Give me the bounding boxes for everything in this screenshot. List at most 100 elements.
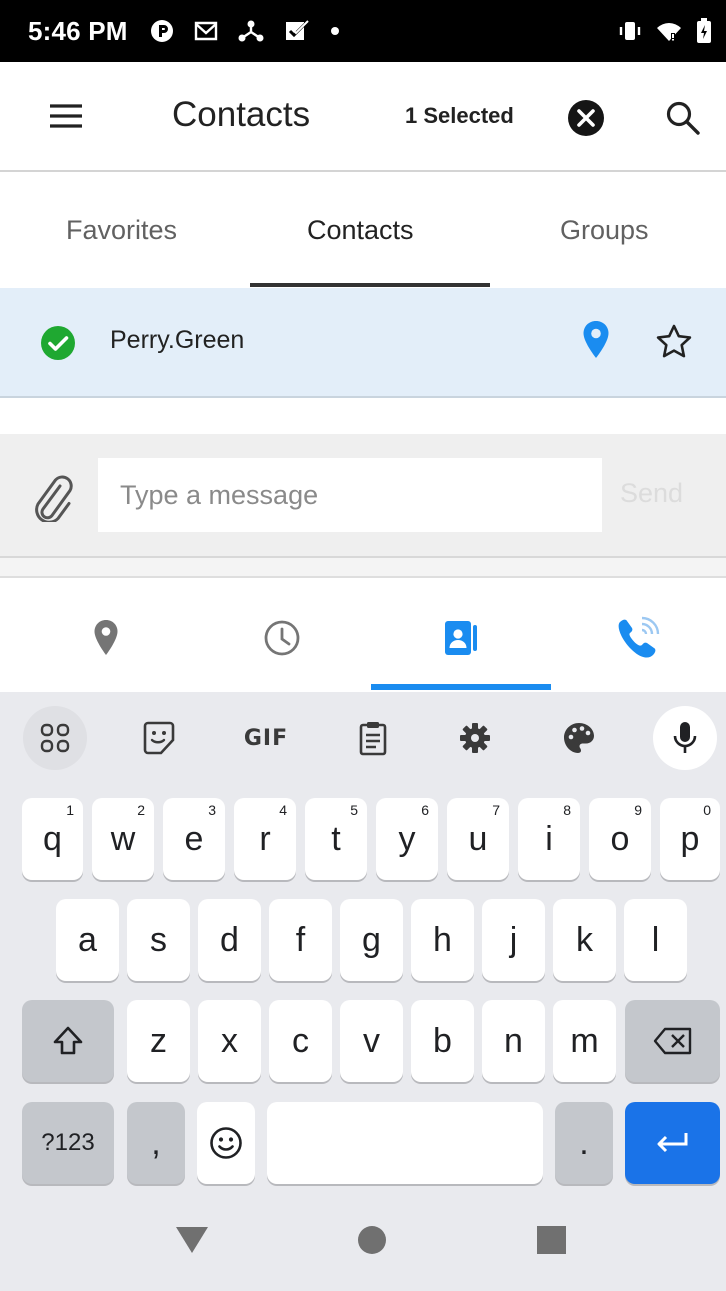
key-label: u	[468, 819, 488, 858]
key-z[interactable]: z	[127, 1000, 190, 1082]
key-label: ?123	[41, 1129, 95, 1156]
backspace-key[interactable]	[625, 1000, 720, 1082]
key-label: w	[110, 819, 136, 858]
emoji-icon	[210, 1127, 242, 1159]
list-item[interactable]: Perry.Green	[0, 288, 726, 398]
key-n[interactable]: n	[482, 1000, 545, 1082]
apps-grid-button[interactable]	[23, 706, 87, 770]
key-m[interactable]: m	[553, 1000, 616, 1082]
space-key[interactable]	[267, 1102, 543, 1184]
comma-key[interactable]: ,	[127, 1102, 185, 1184]
key-g[interactable]: g	[340, 899, 403, 981]
key-label: z	[150, 1021, 167, 1060]
key-l[interactable]: l	[624, 899, 687, 981]
key-h[interactable]: h	[411, 899, 474, 981]
tab-groups[interactable]: Groups	[560, 215, 649, 246]
key-label: v	[363, 1021, 380, 1060]
key-w[interactable]: w2	[92, 798, 154, 880]
key-r[interactable]: r4	[234, 798, 296, 880]
key-label: g	[362, 920, 381, 959]
clear-selection-button[interactable]	[566, 98, 606, 138]
tab-contacts[interactable]: Contacts	[307, 215, 414, 246]
theme-button[interactable]	[547, 706, 611, 770]
attach-button[interactable]	[30, 472, 74, 524]
search-icon	[666, 101, 700, 135]
symbols-key[interactable]: ?123	[22, 1102, 114, 1184]
check-circle-icon[interactable]	[40, 325, 76, 361]
settings-icon	[460, 723, 490, 753]
location-p-icon	[150, 19, 174, 43]
key-k[interactable]: k	[553, 899, 616, 981]
enter-key[interactable]	[625, 1102, 720, 1184]
sticker-button[interactable]	[127, 706, 191, 770]
checkbox-icon	[284, 19, 310, 43]
key-label: .	[579, 1123, 589, 1162]
key-label: p	[680, 819, 700, 858]
clock-icon	[264, 620, 300, 656]
keyboard-settings-button[interactable]	[443, 706, 507, 770]
nav-calls[interactable]	[610, 610, 666, 666]
favorite-star-button[interactable]	[654, 322, 694, 362]
clear-icon	[568, 100, 604, 136]
nav-recent[interactable]	[254, 610, 310, 666]
message-input[interactable]	[98, 458, 602, 532]
status-bar: 5:46 PM	[0, 0, 726, 62]
key-p[interactable]: p0	[660, 798, 720, 880]
keyboard-toolbar: GIF	[0, 692, 726, 784]
system-home-button[interactable]	[352, 1220, 392, 1260]
key-hint: 0	[703, 802, 711, 818]
key-x[interactable]: x	[198, 1000, 261, 1082]
key-e[interactable]: e3	[163, 798, 225, 880]
key-label: a	[78, 920, 97, 959]
key-label: i	[545, 819, 553, 858]
search-button[interactable]	[663, 98, 703, 138]
key-i[interactable]: i8	[518, 798, 580, 880]
nav-location[interactable]	[78, 610, 134, 666]
key-label: n	[504, 1021, 523, 1060]
enter-icon	[657, 1133, 687, 1153]
voice-input-button[interactable]	[653, 706, 717, 770]
key-label: t	[331, 819, 341, 858]
key-j[interactable]: j	[482, 899, 545, 981]
key-a[interactable]: a	[56, 899, 119, 981]
divider	[0, 558, 726, 578]
system-nav-bar	[0, 1190, 726, 1291]
gif-label: GIF	[243, 725, 289, 751]
sticker-icon	[143, 721, 175, 755]
key-d[interactable]: d	[198, 899, 261, 981]
tab-favorites[interactable]: Favorites	[66, 215, 177, 246]
period-key[interactable]: .	[555, 1102, 613, 1184]
menu-button[interactable]	[46, 96, 86, 136]
key-q[interactable]: q1	[22, 798, 83, 880]
nav-contacts[interactable]	[433, 610, 489, 666]
key-b[interactable]: b	[411, 1000, 474, 1082]
gif-button[interactable]: GIF	[234, 706, 298, 770]
key-y[interactable]: y6	[376, 798, 438, 880]
location-pin-icon[interactable]	[582, 320, 610, 360]
list-empty-space	[0, 398, 726, 434]
key-label: x	[221, 1021, 238, 1060]
key-u[interactable]: u7	[447, 798, 509, 880]
send-button[interactable]: Send	[620, 478, 683, 509]
call-icon	[618, 616, 660, 658]
key-hint: 6	[421, 802, 429, 818]
clipboard-button[interactable]	[341, 706, 405, 770]
key-label: s	[150, 920, 167, 959]
status-notification-icons	[150, 19, 340, 43]
key-s[interactable]: s	[127, 899, 190, 981]
key-v[interactable]: v	[340, 1000, 403, 1082]
shift-key[interactable]	[22, 1000, 114, 1082]
key-f[interactable]: f	[269, 899, 332, 981]
menu-icon	[50, 104, 82, 128]
status-system-icons	[618, 18, 712, 44]
system-recents-button[interactable]	[532, 1220, 572, 1260]
system-back-button[interactable]	[172, 1220, 212, 1260]
key-hint: 5	[350, 802, 358, 818]
key-t[interactable]: t5	[305, 798, 367, 880]
key-label: c	[292, 1021, 309, 1060]
wifi-icon	[656, 20, 682, 42]
backspace-icon	[653, 1027, 691, 1055]
emoji-key[interactable]	[197, 1102, 255, 1184]
key-o[interactable]: o9	[589, 798, 651, 880]
key-c[interactable]: c	[269, 1000, 332, 1082]
